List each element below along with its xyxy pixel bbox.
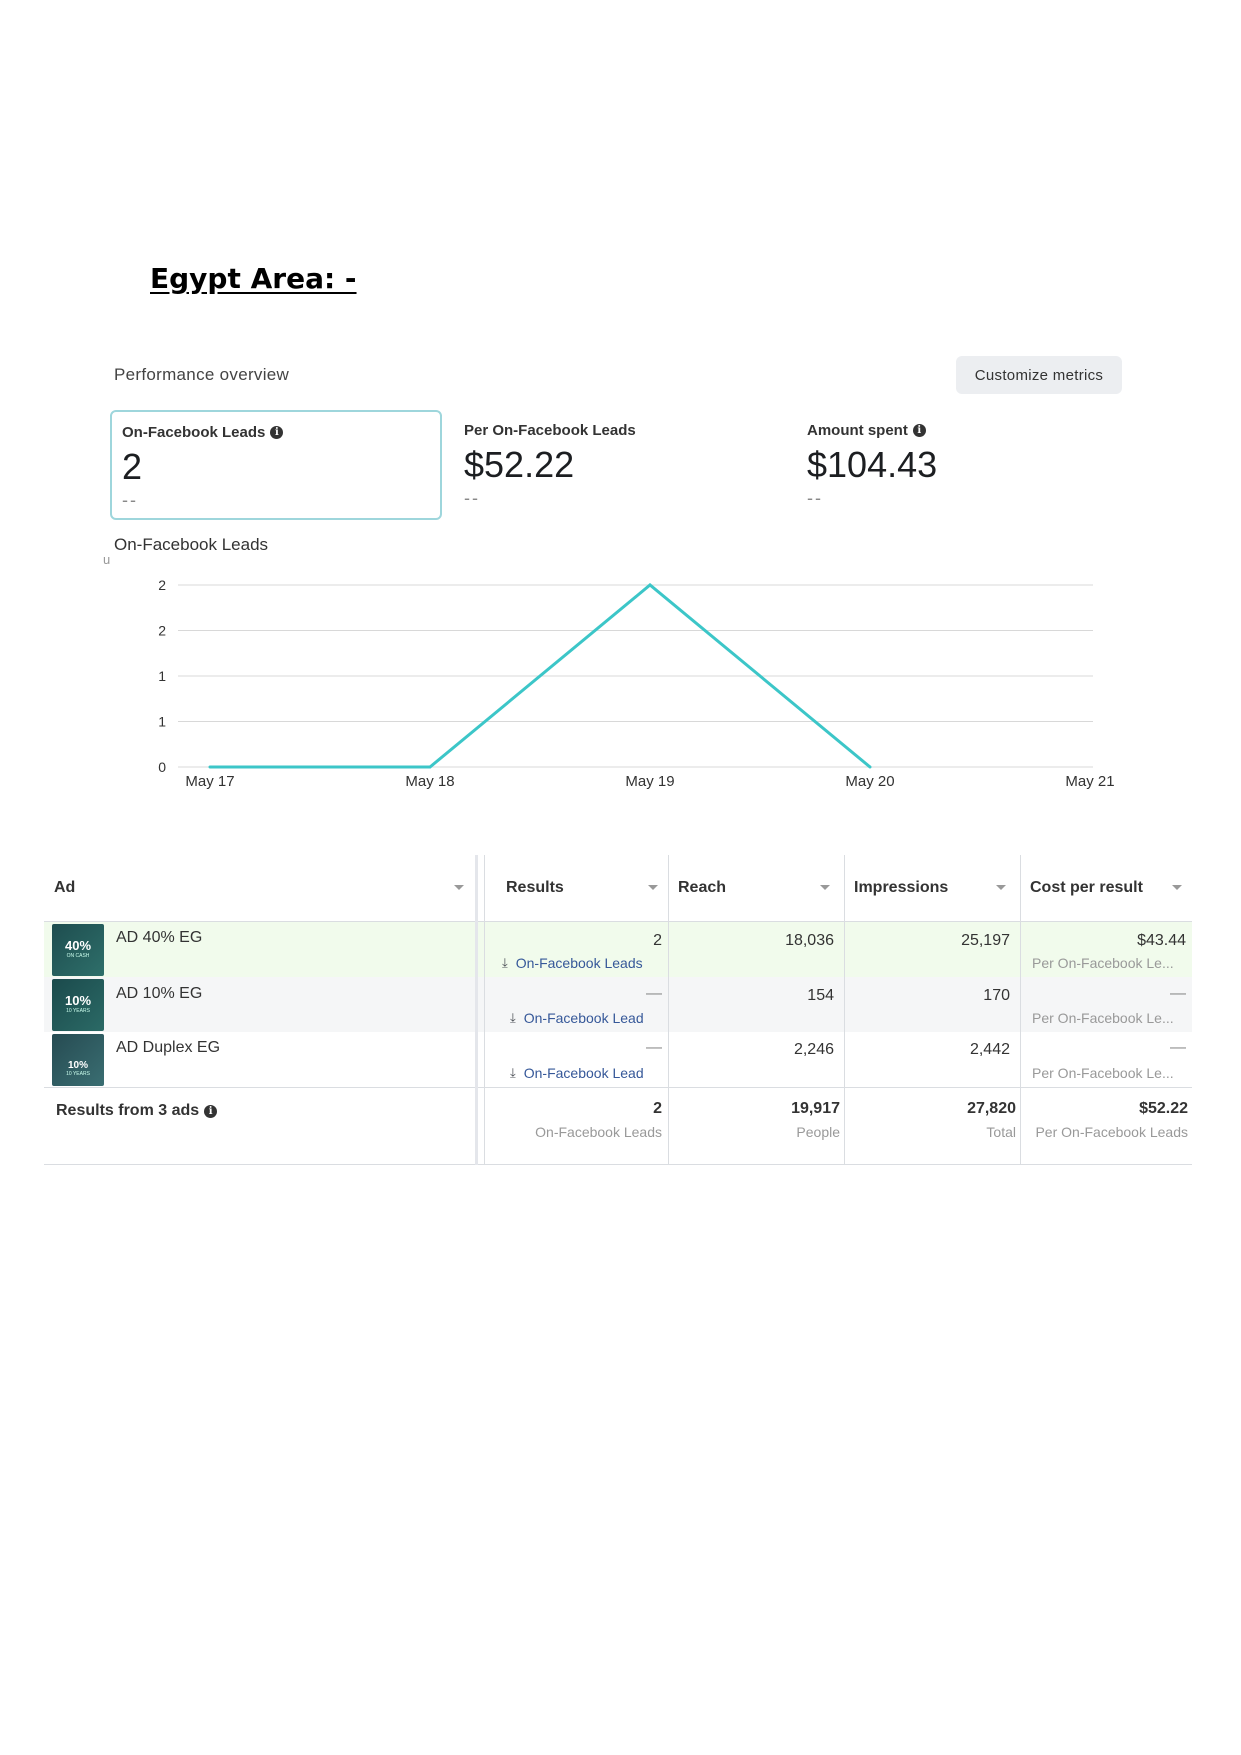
column-header-label: Ad [54, 879, 76, 896]
data-point[interactable] [868, 765, 872, 769]
ad-name[interactable]: AD 40% EG [116, 929, 202, 947]
cost-type: Per On-Facebook Le... [1032, 1065, 1174, 1081]
x-tick-label: May 20 [845, 773, 894, 790]
thumbnail-text: 10% [67, 1060, 88, 1071]
sort-caret-icon[interactable] [648, 885, 658, 890]
column-divider [668, 855, 669, 1165]
info-icon[interactable]: i [204, 1104, 218, 1118]
impressions-value: 170 [983, 987, 1010, 1004]
y-tick-label: 1 [158, 668, 166, 684]
reach-value: 2,246 [793, 1041, 834, 1058]
ad-name[interactable]: AD Duplex EG [116, 1039, 220, 1057]
thumbnail-subtext: 10 YEARS [66, 1008, 90, 1014]
summary-results-type: On-Facebook Leads [535, 1124, 662, 1140]
column-header-ad[interactable]: Ad [54, 855, 474, 921]
summary-cost-type: Per On-Facebook Leads [1035, 1124, 1188, 1140]
column-divider [844, 855, 845, 1165]
column-header-results[interactable]: Results [506, 855, 668, 921]
ad-thumbnail[interactable]: 10% 10 YEARS [52, 1034, 104, 1086]
ad-thumbnail[interactable]: 10% 10 YEARS [52, 979, 104, 1031]
results-value: — [646, 985, 662, 1002]
summary-reach-type: People [796, 1124, 840, 1140]
data-point[interactable] [208, 765, 212, 769]
summary-impressions: 27,820 [967, 1100, 1016, 1117]
summary-label: Results from 3 ads i [56, 1102, 218, 1120]
results-type[interactable]: ⤓ On-Facebook Lead [510, 1010, 644, 1026]
column-header-label: Cost per result [1030, 879, 1143, 896]
results-value: 2 [653, 932, 662, 949]
y-tick-label: 1 [158, 714, 166, 730]
sort-caret-icon[interactable] [820, 885, 830, 890]
frozen-column-divider[interactable] [475, 855, 478, 1165]
results-type[interactable]: ⤓ On-Facebook Leads [502, 955, 643, 971]
data-point[interactable] [428, 765, 432, 769]
column-header-reach[interactable]: Reach [678, 855, 840, 921]
cost-type: Per On-Facebook Le... [1032, 1010, 1174, 1026]
y-tick-label: 0 [158, 759, 166, 775]
thumbnail-text: 40% [64, 938, 92, 953]
summary-impressions-type: Total [986, 1124, 1016, 1140]
column-header-label: Results [506, 879, 564, 896]
x-tick-label: May 21 [1065, 773, 1114, 790]
summary-label-text: Results from 3 ads [56, 1102, 200, 1119]
results-type-label: On-Facebook Leads [515, 955, 643, 971]
sort-caret-icon[interactable] [454, 885, 464, 890]
thumbnail-subtext: ON CASH [66, 953, 90, 959]
ad-name[interactable]: AD 10% EG [116, 985, 202, 1003]
cost-value: — [1170, 985, 1186, 1002]
leads-line-chart: 0 1 1 2 2 May 17 May 18 May 19 May 20 May 21 [158, 577, 1114, 790]
summary-results: 2 [653, 1100, 662, 1117]
column-header-label: Impressions [854, 879, 949, 896]
reach-value: 18,036 [785, 932, 834, 949]
column-header-impressions[interactable]: Impressions [854, 855, 1016, 921]
results-value: — [646, 1039, 662, 1056]
y-tick-label: 2 [158, 623, 166, 639]
results-type-label: On-Facebook Lead [523, 1065, 644, 1081]
impressions-value: 25,197 [961, 932, 1010, 949]
ad-thumbnail[interactable]: 40% ON CASH [52, 924, 104, 976]
x-tick-label: May 18 [405, 773, 454, 790]
summary-reach: 19,917 [791, 1100, 840, 1117]
data-point[interactable] [648, 583, 652, 587]
sort-caret-icon[interactable] [996, 885, 1006, 890]
column-divider [484, 855, 485, 1165]
cost-value: $43.44 [1137, 932, 1186, 949]
cost-type: Per On-Facebook Le... [1032, 955, 1174, 971]
cost-value: — [1170, 1039, 1186, 1056]
summary-cost: $52.22 [1139, 1100, 1188, 1117]
column-divider [1020, 855, 1021, 1165]
results-type[interactable]: ⤓ On-Facebook Lead [510, 1065, 644, 1081]
download-icon: ⤓ [502, 955, 508, 970]
x-tick-label: May 17 [185, 773, 234, 790]
thumbnail-subtext: 10 YEARS [66, 1071, 90, 1077]
x-tick-label: May 19 [625, 773, 674, 790]
thumbnail-text: 10% [64, 993, 92, 1008]
impressions-value: 2,442 [969, 1041, 1010, 1058]
reach-value: 154 [807, 987, 834, 1004]
column-header-cost-per-result[interactable]: Cost per result [1030, 855, 1192, 921]
download-icon: ⤓ [510, 1065, 516, 1080]
y-tick-label: 2 [158, 577, 166, 593]
column-header-label: Reach [678, 879, 727, 896]
download-icon: ⤓ [510, 1010, 516, 1025]
results-type-label: On-Facebook Lead [523, 1010, 644, 1026]
sort-caret-icon[interactable] [1172, 885, 1182, 890]
